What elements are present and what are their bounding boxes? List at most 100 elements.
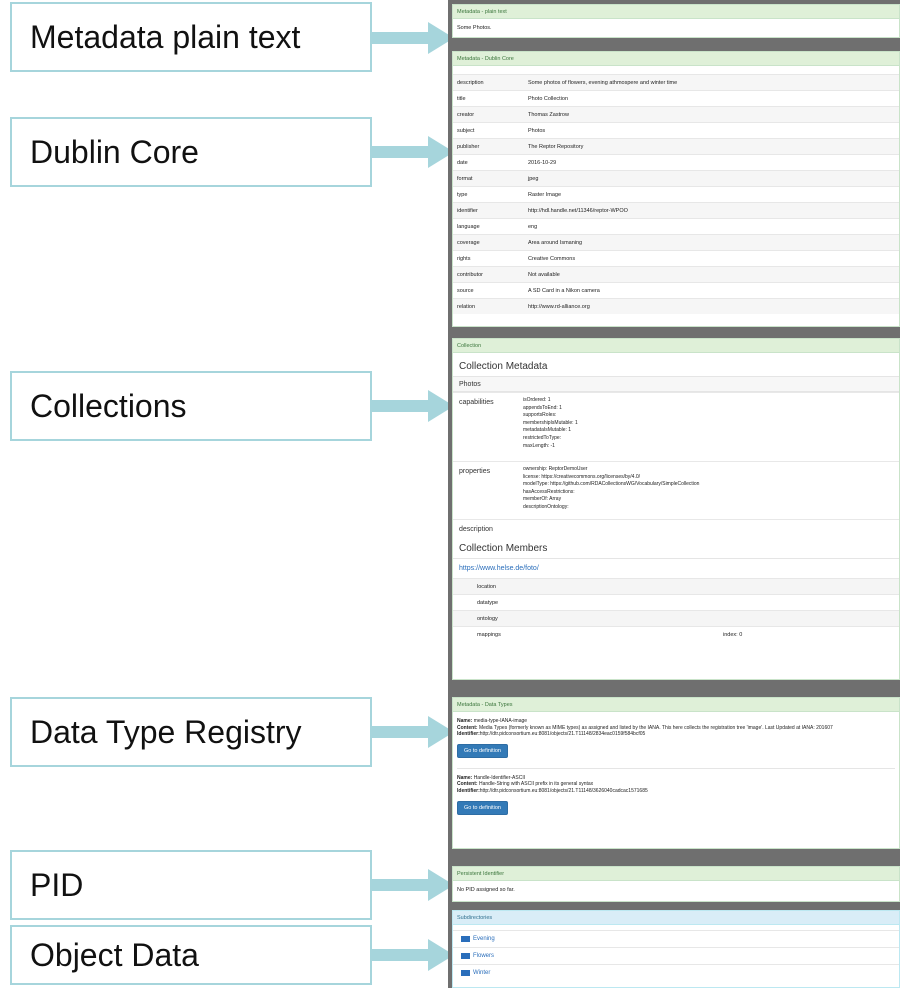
folder-item-winter[interactable]: Winter xyxy=(453,964,899,981)
data-type-name: media-type-IANA-image xyxy=(473,718,528,724)
table-row: source A SD Card in a Nikon camera xyxy=(453,282,899,298)
arrow-icon xyxy=(372,136,454,168)
capabilities-label: capabilities xyxy=(459,399,494,406)
subdirectories-panel: Subdirectories Evening Flowers Winter xyxy=(452,910,900,988)
folder-item-flowers[interactable]: Flowers xyxy=(453,947,899,964)
member-value: index: 0 xyxy=(723,631,743,638)
data-type-entry: Name: media-type-IANA-image Content: Med… xyxy=(453,712,899,738)
table-row: identifier http://hdl.handle.net/11346/re… xyxy=(453,202,899,218)
callout-dublin-core: Dublin Core xyxy=(10,117,372,187)
description-row: description xyxy=(453,519,899,541)
property-item: hasAccessRestrictions: xyxy=(523,488,575,495)
member-key: location xyxy=(477,583,496,590)
plain-text-content: Some Photos. xyxy=(457,25,492,31)
capability-item: appendsToEnd: 1 xyxy=(523,404,562,411)
folder-label: Winter xyxy=(473,970,491,976)
dc-key: coverage xyxy=(457,239,480,246)
table-row: contributor Not available xyxy=(453,266,899,282)
dc-key: contributor xyxy=(457,271,483,278)
capabilities-list: isOrdered: 1 appendsToEnd: 1 supportsRol… xyxy=(523,393,899,461)
table-row: creator Thomas Zastrow xyxy=(453,106,899,122)
capability-item: maxLength: -1 xyxy=(523,442,555,449)
go-to-definition-button[interactable]: Go to definition xyxy=(457,743,508,758)
callout-label: PID xyxy=(30,866,84,903)
data-type-content: Media Types (formerly known as MIME type… xyxy=(478,724,833,731)
properties-list: ownership: ReptorDemoUser license: https… xyxy=(523,462,899,519)
callout-label: Metadata plain text xyxy=(30,18,301,55)
dc-value: Area around Ismaning xyxy=(528,239,583,246)
data-type-content-line: Content: Media Types (formerly known as … xyxy=(457,725,895,732)
member-key: ontology xyxy=(477,615,498,622)
capability-item: supportsRoles: xyxy=(523,412,557,419)
arrow-icon xyxy=(372,939,454,971)
plain-text-panel: Metadata - plain text Some Photos. xyxy=(452,4,900,38)
table-row: description Some photos of flowers, eveni… xyxy=(453,74,899,90)
table-row: rights Creative Commons xyxy=(453,250,899,266)
dc-key: format xyxy=(457,175,473,182)
capability-item: restrictedToType: xyxy=(523,434,562,441)
panel-header: Metadata - Data Types xyxy=(453,698,899,712)
callout-object-data: Object Data xyxy=(10,925,372,985)
table-row: ontology xyxy=(453,610,899,626)
data-type-identifier-line: Identifier:http://dtr.pidconsortium.eu:8… xyxy=(457,788,895,795)
table-row: coverage Area around Ismaning xyxy=(453,234,899,250)
arrow-icon xyxy=(372,869,454,901)
identifier-label: Identifier: xyxy=(457,731,480,738)
collection-panel: Collection Collection Metadata Photos ca… xyxy=(452,338,900,680)
arrow-icon xyxy=(372,390,454,422)
data-type-name: Handle-Identifier-ASCII xyxy=(473,774,526,781)
go-to-definition-button[interactable]: Go to definition xyxy=(457,800,508,815)
folder-label: Flowers xyxy=(473,953,495,959)
pid-panel: Persistent Identifier No PID assigned so… xyxy=(452,866,900,902)
dc-value: Photo Collection xyxy=(528,95,569,102)
property-item: ownership: ReptorDemoUser xyxy=(523,466,588,472)
dc-key: publisher xyxy=(457,143,480,150)
callout-label: Collections xyxy=(30,387,187,424)
dc-key: creator xyxy=(457,111,475,118)
table-row: location xyxy=(453,578,899,594)
capabilities-row: capabilities isOrdered: 1 appendsToEnd: … xyxy=(453,392,899,461)
folder-item-evening[interactable]: Evening xyxy=(453,930,899,947)
dc-value: Some photos of flowers, evening athmospe… xyxy=(528,79,678,86)
dc-value: Not available xyxy=(528,271,560,278)
dc-key: identifier xyxy=(457,207,478,214)
dc-value: Creative Commons xyxy=(528,255,576,262)
table-row: relation http://www.rd-alliance.org xyxy=(453,298,899,314)
collection-metadata-title: Collection Metadata xyxy=(459,361,548,372)
callout-metadata-plain-text: Metadata plain text xyxy=(10,2,372,72)
dc-key: title xyxy=(457,95,466,102)
data-type-name-line: Name: Handle-Identifier-ASCII xyxy=(457,775,895,782)
dc-value: Photos xyxy=(528,127,546,134)
dc-value: http://www.rd-alliance.org xyxy=(528,303,590,310)
dc-key: source xyxy=(457,287,474,294)
panel-header: Metadata - plain text xyxy=(453,5,899,19)
table-row: type Raster Image xyxy=(453,186,899,202)
identifier-label: Identifier: xyxy=(457,787,480,794)
data-type-identifier: http://dtr.pidconsortium.eu:8081/objects… xyxy=(479,731,646,738)
description-label: description xyxy=(459,526,493,533)
property-item: memberOf: Array xyxy=(523,496,562,503)
dc-key: language xyxy=(457,223,480,230)
dc-key: description xyxy=(457,79,484,86)
callout-label: Object Data xyxy=(30,936,199,973)
dc-key: type xyxy=(457,191,468,198)
callout-label: Data Type Registry xyxy=(30,713,302,750)
member-link[interactable]: https://www.helse.de/foto/ xyxy=(453,559,899,578)
table-row: datatype xyxy=(453,594,899,610)
callout-data-type-registry: Data Type Registry xyxy=(10,697,372,767)
capability-item: metadataIsMutable: 1 xyxy=(523,427,572,434)
arrow-icon xyxy=(372,22,454,54)
repository-screenshot: Metadata - plain text Some Photos. Metad… xyxy=(448,0,900,988)
panel-header: Metadata - Dublin Core xyxy=(453,52,899,66)
table-row: title Photo Collection xyxy=(453,90,899,106)
table-row: date 2016-10-29 xyxy=(453,154,899,170)
data-type-name-line: Name: media-type-IANA-image xyxy=(457,718,895,725)
table-row: language eng xyxy=(453,218,899,234)
dc-value: A SD Card in a Nikon camera xyxy=(528,287,600,294)
name-label: Name: xyxy=(457,718,473,724)
panel-header: Collection xyxy=(453,339,899,353)
dc-value: http://hdl.handle.net/11346/reptor-WPOO xyxy=(528,207,628,214)
folder-label: Evening xyxy=(473,936,495,942)
dc-key: date xyxy=(457,159,468,166)
content-label: Content: xyxy=(457,781,478,788)
